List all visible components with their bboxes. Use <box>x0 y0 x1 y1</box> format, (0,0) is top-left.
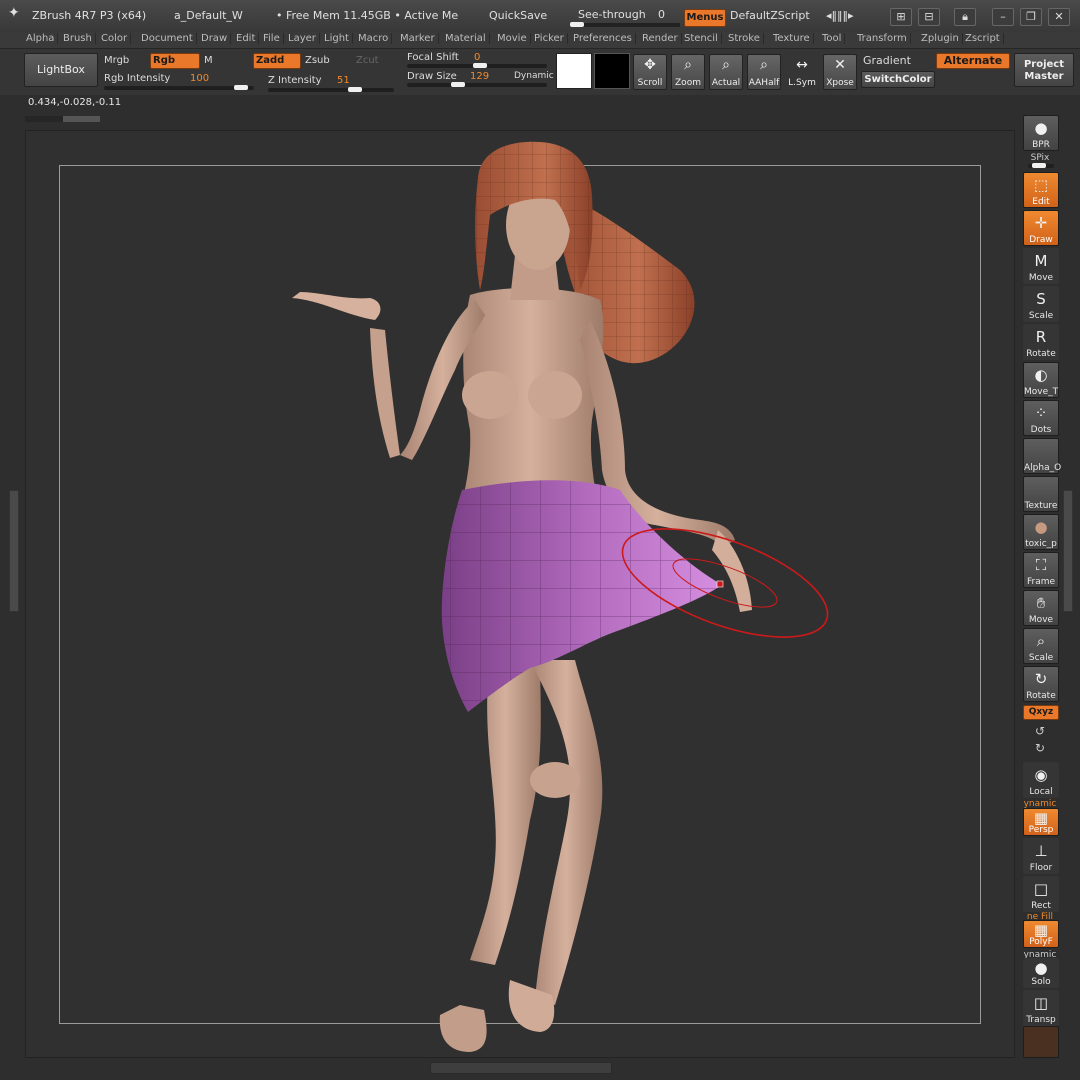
model-svg[interactable] <box>0 0 1080 1080</box>
chest-left <box>462 371 518 419</box>
draw-button[interactable]: ✛ Draw <box>1023 210 1059 246</box>
transp-button[interactable]: ◫ Transp <box>1023 990 1059 1026</box>
move-icon: M <box>1034 252 1048 270</box>
persp-button[interactable]: ▦ Persp <box>1023 808 1059 836</box>
solo-button[interactable]: ● Solo <box>1023 958 1059 988</box>
stroke-button[interactable]: ⁘ Dots <box>1023 400 1059 436</box>
brush-cursor-dot <box>716 580 724 588</box>
brush-button[interactable]: ◐ Move_T <box>1023 362 1059 398</box>
scale-mode-button[interactable]: S Scale <box>1023 286 1059 322</box>
z-rotation-icon[interactable]: ↻ <box>1022 741 1058 755</box>
hand-icon: ✋︎ <box>1036 594 1046 612</box>
brush-icon: ◐ <box>1034 366 1048 384</box>
edit-icon: ⬚ <box>1033 176 1049 194</box>
floor-icon: ⊥ <box>1034 842 1048 860</box>
xyz-rotation-toggle[interactable]: Qxyz <box>1023 705 1059 720</box>
transparency-icon: ◫ <box>1033 994 1049 1012</box>
spix-knob[interactable] <box>1032 163 1046 168</box>
left-leg <box>470 660 541 965</box>
raised-forearm <box>370 328 400 458</box>
y-rotation-icon[interactable]: ↺ <box>1022 724 1058 738</box>
edit-button[interactable]: ⬚ Edit <box>1023 172 1059 208</box>
polyf-button[interactable]: ▦ PolyF <box>1023 920 1059 948</box>
local-icon: ◉ <box>1034 766 1048 784</box>
move-view-button[interactable]: ✋︎ Move <box>1023 590 1059 626</box>
right-leg <box>530 660 603 1005</box>
right-tray-handle[interactable] <box>1063 490 1073 612</box>
bottom-tray-handle[interactable] <box>430 1062 612 1074</box>
zoom-view-icon: ⌕ <box>1036 632 1046 650</box>
local-button[interactable]: ◉ Local <box>1023 762 1059 798</box>
bpr-sphere-icon: ● <box>1034 119 1048 137</box>
raised-hand <box>292 292 381 320</box>
rect-button[interactable]: □ Rect <box>1023 876 1059 912</box>
alpha-button[interactable]: Alpha_O <box>1023 438 1061 474</box>
texture-button[interactable]: Texture <box>1023 476 1059 512</box>
rotate-view-icon: ↻ <box>1034 670 1048 688</box>
frame-button[interactable]: ⛶ Frame <box>1023 552 1059 588</box>
rect-icon: □ <box>1033 880 1049 898</box>
ghost-button[interactable] <box>1023 1026 1059 1058</box>
solo-icon: ● <box>1034 959 1048 977</box>
material-sphere-icon: ● <box>1034 518 1048 536</box>
lowered-hand <box>712 530 752 612</box>
frame-icon: ⛶ <box>1035 556 1047 574</box>
rotate-view-button[interactable]: ↻ Rotate <box>1023 666 1059 702</box>
left-tray-handle[interactable] <box>9 490 19 612</box>
dots-stroke-icon: ⁘ <box>1034 404 1048 422</box>
draw-icon: ✛ <box>1034 214 1048 232</box>
floor-button[interactable]: ⊥ Floor <box>1023 838 1059 874</box>
left-foot <box>439 1005 487 1052</box>
chest-right <box>528 371 582 419</box>
spix-slider[interactable] <box>1028 163 1054 168</box>
bpr-button[interactable]: ● BPR <box>1023 115 1059 151</box>
material-button[interactable]: ● toxic_p <box>1023 514 1059 550</box>
scale-icon: S <box>1036 290 1046 308</box>
rotate-mode-button[interactable]: R Rotate <box>1023 324 1059 360</box>
scale-view-button[interactable]: ⌕ Scale <box>1023 628 1059 664</box>
move-mode-button[interactable]: M Move <box>1023 248 1059 284</box>
knee <box>530 762 580 798</box>
spix-label: SPix <box>1030 153 1050 163</box>
rotate-icon: R <box>1035 328 1047 346</box>
